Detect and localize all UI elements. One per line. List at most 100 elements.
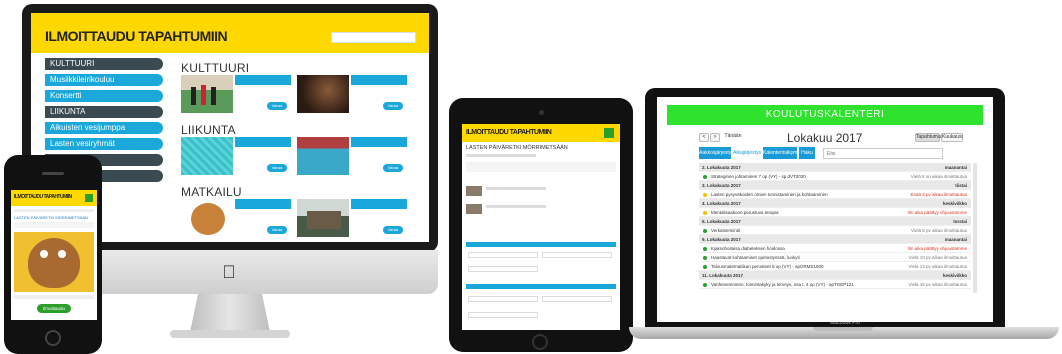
view-events-button[interactable]: Tapahtumat (915, 133, 942, 142)
registration-status: Ilm.aika päättyy ohjuustamme (907, 210, 967, 215)
event-row[interactable]: Vanhenemninen, toimintakyky ja terveys, … (699, 280, 971, 289)
event-row[interactable]: Haastavat kohtaamiset opetustyössä, luok… (699, 253, 971, 262)
event-row[interactable]: Talousmatematiikan perusteet 5 op (VY) -… (699, 262, 971, 271)
site-header: ILMOITTAUDU TAPAHTUMIIN (31, 13, 429, 53)
sidebar-item[interactable]: Lasten vesiryhmät (45, 138, 163, 150)
weekday-label: keskiviikko (942, 273, 967, 278)
event-row[interactable]: Mentalisaatioon perustuva terapia Ilm.aik… (699, 208, 971, 217)
tab-chronological[interactable]: Aikajärjestys (733, 147, 761, 159)
sidebar-category[interactable]: KULTTUURI (45, 58, 163, 70)
weekday-label: maanantai (944, 237, 967, 242)
tablet-screen: ILMOITTAUDU TAPAHTUMIIN LASTEN PÄIVÄRETK… (462, 124, 620, 330)
tablet-home-button[interactable] (532, 334, 548, 350)
tablet-site-header: ILMOITTAUDU TAPAHTUMIIN (462, 124, 620, 142)
registration-status: Vielä 5 pv aikaa ilmoittautua (911, 228, 967, 233)
reserve-button[interactable]: Varaa (267, 102, 287, 110)
status-dot-icon (703, 228, 707, 233)
phone-event-image (14, 232, 94, 292)
form-section-header (466, 284, 616, 289)
macbook-screen: KOULUTUSKALENTERI < > Tänään Lokakuu 201… (657, 97, 993, 322)
menu-icon[interactable] (604, 128, 614, 138)
reserve-button[interactable]: Varaa (383, 226, 403, 234)
event-title: Verkatsemiintit (711, 228, 741, 233)
event-card[interactable]: Varaa (181, 199, 293, 239)
search-input[interactable] (823, 148, 943, 159)
status-dot-icon (703, 246, 707, 251)
event-row[interactable]: Lasten pysyväkoiden omien tunnistaminen … (699, 190, 971, 199)
phone-speaker (42, 172, 64, 175)
event-card-text (236, 87, 288, 101)
ticket-label (486, 205, 546, 208)
phone-event-text (14, 295, 94, 299)
event-image (297, 137, 349, 175)
sidebar-category[interactable]: LIIKUNTA (45, 106, 163, 118)
reserve-button[interactable]: Varaa (383, 164, 403, 172)
scrollbar[interactable] (973, 163, 977, 293)
event-card-text (236, 149, 288, 163)
tab-alphabetical[interactable]: Aakkosjärjestys (699, 147, 734, 159)
menu-icon[interactable] (85, 194, 93, 202)
ticket-image (466, 186, 482, 196)
status-dot-icon (703, 174, 707, 179)
event-row[interactable]: Strateginen johtaminen 7 op (VY) - sp.dV… (699, 172, 971, 181)
event-title: Talousmatematiikan perusteet 5 op (VY) -… (711, 264, 824, 269)
event-card-text (352, 87, 404, 101)
register-button[interactable]: Ilmoittaudu (37, 304, 71, 313)
weekday-label: torstai (953, 219, 967, 224)
form-field[interactable] (468, 312, 538, 318)
sidebar-item[interactable]: Musiikkileirikouluu (45, 74, 163, 86)
status-dot-icon (703, 192, 707, 197)
form-field[interactable] (542, 296, 612, 302)
registration-status: Vielä 16 pv aikaa ilmoittautua (908, 282, 967, 287)
weekday-label: tiistai (955, 183, 967, 188)
event-card-title (235, 199, 291, 209)
reserve-button[interactable]: Varaa (267, 164, 287, 172)
phone-site-title: ILMOITTAUDU TAPAHTUMIIN (14, 194, 72, 200)
event-image (181, 75, 233, 113)
event-card-text (352, 211, 404, 225)
event-card-title (351, 199, 407, 209)
sidebar-item[interactable]: Konsertti (45, 90, 163, 102)
form-field[interactable] (468, 252, 538, 258)
apple-logo-icon:  (220, 262, 238, 282)
event-card-title (235, 75, 291, 85)
day-label: 4. Lokakuuta 2017 (702, 201, 741, 206)
form-field[interactable] (542, 252, 612, 258)
day-label: 2. Lokakuuta 2017 (702, 165, 741, 170)
event-image (297, 199, 349, 237)
phone-home-button[interactable] (45, 330, 61, 346)
weekday-label: keskiviikko (942, 201, 967, 206)
prev-month-button[interactable]: < (699, 133, 709, 142)
form-field[interactable] (468, 296, 538, 302)
reserve-button[interactable]: Varaa (383, 102, 403, 110)
event-title: Strateginen johtaminen 7 op (VY) - sp.dV… (711, 174, 806, 179)
day-header-row: 9. Lokakuuta 2017 maanantai (699, 235, 971, 244)
event-card[interactable]: Varaa (297, 137, 409, 177)
search-input[interactable] (331, 32, 416, 43)
event-row[interactable]: Kjaksohoitaisa diabeteksen hoidossa Ilm.a… (699, 244, 971, 253)
event-card[interactable]: Varaa (181, 137, 293, 177)
imac-foot (170, 330, 290, 338)
sidebar-item[interactable]: Aikuisten vesijumppa (45, 122, 163, 134)
next-month-button[interactable]: > (710, 133, 720, 142)
event-card[interactable]: Varaa (181, 75, 293, 115)
status-dot-icon (703, 255, 707, 260)
tablet-camera (539, 110, 544, 115)
day-header-row: 4. Lokakuuta 2017 keskiviikko (699, 199, 971, 208)
phone-event-title: LASTEN PÄIVÄRETKI MÖRRIMETSÄÄN (14, 215, 89, 220)
phone-site-header: ILMOITTAUDU TAPAHTUMIIN (11, 190, 97, 206)
status-dot-icon (703, 210, 707, 215)
imac-stand (190, 294, 270, 332)
event-row[interactable]: Verkatsemiintit Vielä 5 pv aikaa ilmoitta… (699, 226, 971, 235)
view-month-button[interactable]: Kuukausi (941, 133, 963, 142)
event-card-title (235, 137, 291, 147)
form-field[interactable] (468, 266, 538, 272)
day-header-row: 5. Lokakuuta 2017 torstai (699, 217, 971, 226)
event-card[interactable]: Varaa (297, 75, 409, 115)
day-header-row: 11. Lokakuuta 2017 keskiviikko (699, 271, 971, 280)
tab-calendar-view[interactable]: Kalenterinäkymä (763, 147, 800, 159)
reserve-button[interactable]: Varaa (267, 226, 287, 234)
event-card[interactable]: Varaa (297, 199, 409, 239)
tab-search[interactable]: Haku (799, 147, 815, 159)
today-button[interactable]: Tänään (724, 133, 742, 142)
